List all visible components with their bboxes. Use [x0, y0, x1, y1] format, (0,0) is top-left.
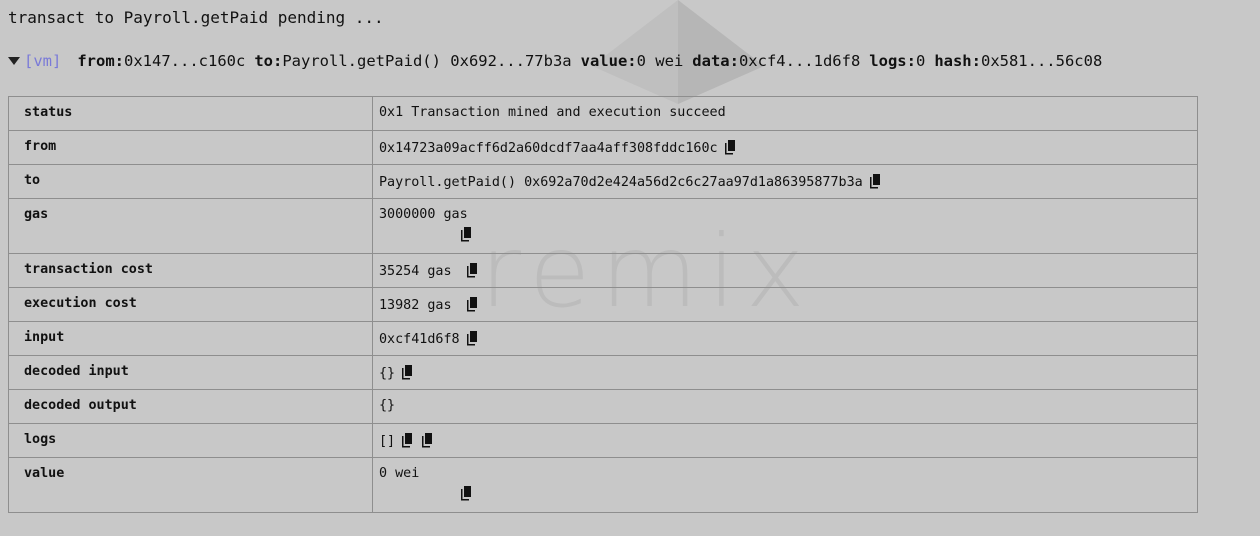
- transaction-cost-value: 35254 gas: [379, 264, 452, 279]
- table-row: decoded input {}: [8, 355, 1198, 390]
- row-value: 0x14723a09acff6d2a60dcdf7aa4aff308fddc16…: [372, 130, 1198, 165]
- logs-value: []: [379, 434, 396, 449]
- summary-hash-key: hash:: [934, 52, 981, 70]
- summary-from-value: 0x147...c160c: [124, 52, 246, 70]
- decoded-output-value: {}: [379, 398, 396, 413]
- vm-badge: [vm]: [24, 52, 62, 70]
- copy-icon[interactable]: [464, 330, 480, 346]
- row-key: status: [8, 96, 373, 131]
- row-value: {}: [372, 389, 1198, 424]
- row-value: 0x1 Transaction mined and execution succ…: [372, 96, 1198, 131]
- table-row: logs []: [8, 423, 1198, 458]
- row-value: Payroll.getPaid() 0x692a70d2e424a56d2c6c…: [372, 164, 1198, 199]
- copy-icon[interactable]: [458, 485, 474, 501]
- copy-icon[interactable]: [399, 364, 415, 380]
- from-value: 0x14723a09acff6d2a60dcdf7aa4aff308fddc16…: [379, 141, 718, 156]
- row-key: decoded input: [8, 355, 373, 390]
- copy-icon[interactable]: [399, 432, 415, 448]
- row-value: 0 wei: [372, 457, 1198, 513]
- row-key: execution cost: [8, 287, 373, 322]
- summary-data-key: data:: [692, 52, 739, 70]
- pending-message: transact to Payroll.getPaid pending ...: [8, 8, 384, 27]
- summary-to-value: Payroll.getPaid() 0x692...77b3a: [282, 52, 572, 70]
- value-value: 0 wei: [379, 466, 420, 481]
- row-key: gas: [8, 198, 373, 254]
- copy-icon[interactable]: [458, 226, 474, 242]
- gas-value: 3000000 gas: [379, 207, 468, 222]
- row-value: 0xcf41d6f8: [372, 321, 1198, 356]
- row-value: 35254 gas: [372, 253, 1198, 288]
- copy-icon[interactable]: [867, 173, 883, 189]
- summary-data-value: 0xcf4...1d6f8: [738, 52, 861, 70]
- row-value: []: [372, 423, 1198, 458]
- summary-hash-value: 0x581...56c08: [980, 52, 1103, 70]
- summary-from-key: from:: [77, 52, 124, 70]
- table-row: from 0x14723a09acff6d2a60dcdf7aa4aff308f…: [8, 130, 1198, 165]
- table-row: to Payroll.getPaid() 0x692a70d2e424a56d2…: [8, 164, 1198, 199]
- copy-icon[interactable]: [464, 296, 480, 312]
- row-key: input: [8, 321, 373, 356]
- caret-down-icon[interactable]: [8, 57, 20, 65]
- decoded-input-value: {}: [379, 366, 396, 381]
- row-key: logs: [8, 423, 373, 458]
- copy-icon[interactable]: [464, 262, 480, 278]
- summary-to-key: to:: [254, 52, 283, 70]
- table-row: input 0xcf41d6f8: [8, 321, 1198, 356]
- summary-logs-key: logs:: [869, 52, 916, 70]
- copy-icon[interactable]: [419, 432, 435, 448]
- to-value: Payroll.getPaid() 0x692a70d2e424a56d2c6c…: [379, 175, 863, 190]
- row-value: {}: [372, 355, 1198, 390]
- row-value: 3000000 gas: [372, 198, 1198, 254]
- row-key: transaction cost: [8, 253, 373, 288]
- row-key: value: [8, 457, 373, 513]
- table-row: execution cost 13982 gas: [8, 287, 1198, 322]
- table-row: value 0 wei: [8, 457, 1198, 513]
- transaction-details-table: status 0x1 Transaction mined and executi…: [8, 96, 1198, 513]
- table-row: status 0x1 Transaction mined and executi…: [8, 96, 1198, 131]
- status-value: 0x1 Transaction mined and execution succ…: [379, 105, 726, 120]
- row-key: to: [8, 164, 373, 199]
- table-row: gas 3000000 gas: [8, 198, 1198, 254]
- copy-icon[interactable]: [722, 139, 738, 155]
- row-value: 13982 gas: [372, 287, 1198, 322]
- summary-logs-value: 0: [915, 52, 926, 70]
- table-row: decoded output {}: [8, 389, 1198, 424]
- row-key: from: [8, 130, 373, 165]
- summary-value-value: 0 wei: [636, 52, 684, 70]
- execution-cost-value: 13982 gas: [379, 298, 452, 313]
- table-row: transaction cost 35254 gas: [8, 253, 1198, 288]
- summary-value-key: value:: [580, 52, 637, 70]
- row-key: decoded output: [8, 389, 373, 424]
- input-value: 0xcf41d6f8: [379, 332, 460, 347]
- transaction-summary[interactable]: [vm] from: 0x147...c160c to: Payroll.getPa…: [8, 51, 1102, 71]
